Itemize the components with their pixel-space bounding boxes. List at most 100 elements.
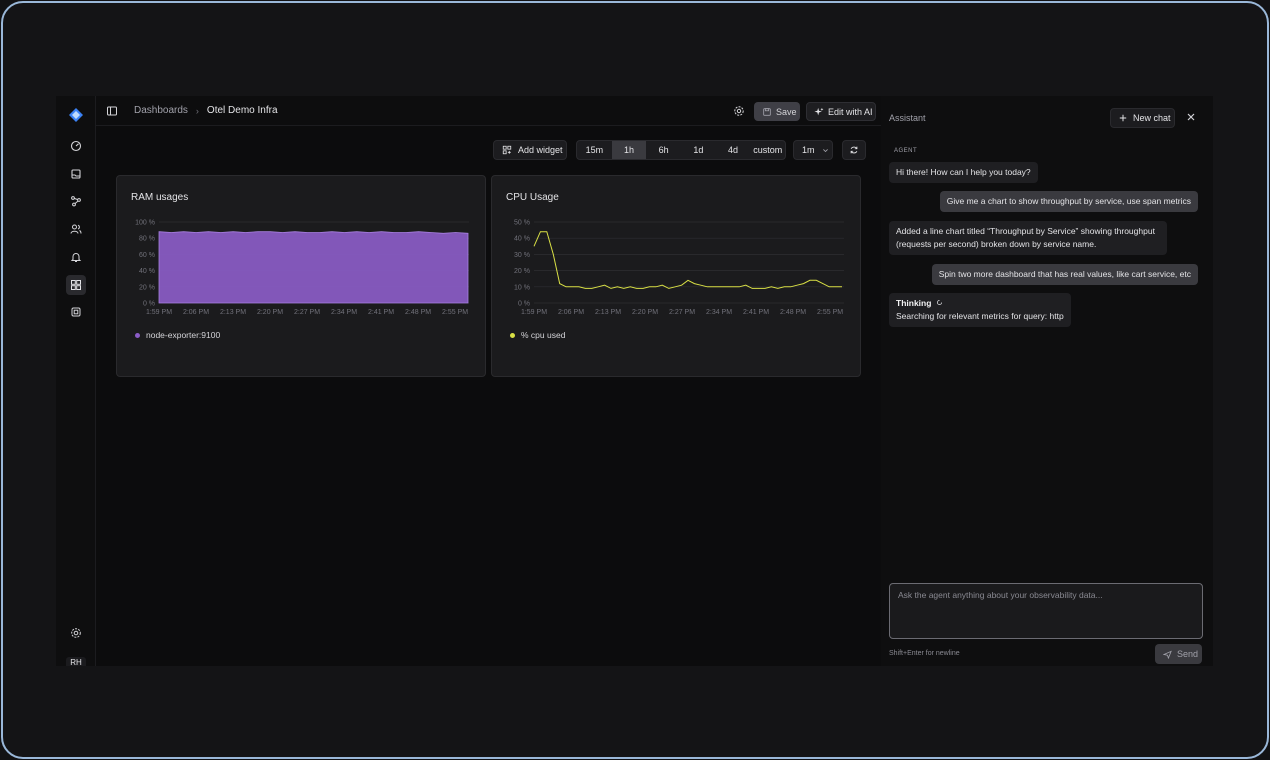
plus-icon [1119, 114, 1127, 122]
y-tick-label: 40 % [514, 236, 530, 243]
sidebar-toggle-icon[interactable] [106, 105, 118, 117]
chat-message-agent: Added a line chart titled “Throughput by… [889, 221, 1167, 255]
y-tick-label: 0 % [143, 301, 155, 308]
chat-input[interactable]: Ask the agent anything about your observ… [889, 583, 1203, 639]
interval-value: 1m [802, 145, 815, 155]
x-tick-label: 2:34 PM [706, 309, 732, 316]
y-tick-label: 100 % [135, 220, 155, 227]
time-range-selector: 15m 1h 6h 1d 4d custom [576, 140, 786, 160]
y-tick-label: 20 % [514, 268, 530, 275]
chart-legend: % cpu used [510, 330, 565, 340]
y-tick-label: 0 % [518, 301, 530, 308]
logo-icon[interactable] [66, 105, 86, 125]
y-tick-label: 30 % [514, 252, 530, 259]
integrations-icon[interactable] [66, 302, 86, 322]
top-bar: Dashboards › Otel Demo Infra Save Edit w… [96, 96, 881, 126]
x-tick-label: 2:27 PM [294, 309, 320, 316]
save-icon [763, 107, 771, 116]
assistant-panel: Assistant New chat AGENT Hi there! How c… [881, 96, 1213, 666]
new-chat-button[interactable]: New chat [1110, 108, 1175, 128]
chart-legend: node-exporter:9100 [135, 330, 220, 340]
folder-icon[interactable] [66, 164, 86, 184]
send-icon [1163, 650, 1172, 659]
edit-with-ai-button[interactable]: Edit with AI [806, 102, 876, 121]
cpu-usage-widget[interactable]: CPU Usage 0 % 10 % 20 % 30 % 40 % 50 % 1:59 PM… [491, 175, 861, 377]
x-tick-label: 2:34 PM [331, 309, 357, 316]
gauge-icon[interactable] [66, 136, 86, 156]
chat-message-user: Spin two more dashboard that has real va… [931, 264, 1198, 285]
y-tick-label: 80 % [139, 236, 155, 243]
save-label: Save [776, 106, 797, 117]
legend-label: node-exporter:9100 [146, 330, 221, 340]
settings-icon[interactable] [66, 623, 86, 643]
thinking-title: Thinking [896, 298, 932, 308]
x-tick-label: 1:59 PM [521, 309, 547, 316]
add-widget-label: Add widget [518, 145, 563, 155]
new-chat-label: New chat [1133, 113, 1171, 123]
legend-swatch [135, 332, 140, 338]
edit-with-ai-label: Edit with AI [828, 106, 873, 117]
chat-message-user: Give me a chart to show throughput by se… [939, 191, 1198, 212]
x-tick-label: 2:06 PM [183, 309, 209, 316]
save-button[interactable]: Save [754, 102, 800, 121]
sparkle-icon [814, 107, 824, 115]
page-title: Otel Demo Infra [206, 105, 278, 116]
x-tick-label: 1:59 PM [146, 309, 172, 316]
add-widget-icon [502, 145, 512, 155]
avatar[interactable]: RH [66, 657, 86, 666]
y-tick-label: 10 % [514, 284, 530, 291]
legend-swatch [510, 332, 515, 338]
x-tick-label: 2:41 PM [743, 309, 769, 316]
close-icon[interactable] [1186, 112, 1196, 122]
x-tick-label: 2:20 PM [257, 309, 283, 316]
x-tick-label: 2:13 PM [220, 309, 246, 316]
refresh-icon [850, 146, 858, 154]
cpu-usage-chart: 0 % 10 % 20 % 30 % 40 % 50 % 1:59 PM 2:06 PM 2:1… [514, 220, 844, 316]
x-tick-label: 2:55 PM [442, 309, 468, 316]
y-tick-label: 60 % [139, 252, 155, 259]
chat-message-agent: Hi there! How can I help you today? [889, 162, 1038, 183]
add-widget-button[interactable]: Add widget [493, 140, 567, 160]
app-window: RH Dashboards › Otel Demo Infra Save Edi… [56, 96, 1213, 666]
chevron-right-icon: › [195, 105, 199, 116]
series-area [158, 231, 469, 304]
refresh-button[interactable] [842, 140, 866, 160]
thinking-text: Searching for relevant metrics for query… [896, 311, 1064, 321]
traces-icon[interactable] [66, 191, 86, 211]
range-1h[interactable]: 1h [611, 141, 647, 159]
range-1d[interactable]: 1d [681, 141, 716, 159]
x-tick-label: 2:55 PM [817, 309, 843, 316]
range-4d[interactable]: 4d [716, 141, 751, 159]
spinner-icon [936, 299, 942, 306]
y-tick-label: 50 % [514, 220, 530, 227]
interval-select[interactable]: 1m [793, 140, 833, 160]
ram-usage-widget[interactable]: RAM usages 0 % 20 % 40 % 60 % 80 % 100 % 1:59 … [116, 175, 486, 377]
y-tick-label: 40 % [139, 268, 155, 275]
range-6h[interactable]: 6h [646, 141, 681, 159]
series-line [533, 231, 842, 289]
agent-tag: AGENT [894, 148, 918, 154]
x-tick-label: 2:20 PM [632, 309, 658, 316]
bell-icon[interactable] [66, 247, 86, 267]
x-tick-label: 2:48 PM [780, 309, 806, 316]
breadcrumb: Dashboards › Otel Demo Infra [134, 105, 278, 116]
ram-usage-chart: 0 % 20 % 40 % 60 % 80 % 100 % 1:59 PM 2:06 PM 2:… [135, 220, 469, 316]
x-tick-label: 2:48 PM [405, 309, 431, 316]
send-label: Send [1177, 649, 1199, 659]
breadcrumb-root[interactable]: Dashboards [134, 105, 188, 116]
assistant-header: Assistant [889, 113, 926, 123]
chevron-down-icon [822, 148, 828, 152]
x-tick-label: 2:41 PM [368, 309, 394, 316]
thinking-message: Thinking Searching for relevant metrics … [889, 293, 1071, 327]
dashboards-icon[interactable] [66, 275, 86, 295]
newline-hint: Shift+Enter for newline [889, 650, 960, 657]
y-tick-label: 20 % [139, 284, 155, 291]
range-custom[interactable]: custom [750, 141, 785, 159]
send-button[interactable]: Send [1155, 644, 1202, 664]
x-tick-label: 2:06 PM [558, 309, 584, 316]
dashboard-settings-icon[interactable] [733, 105, 745, 117]
users-icon[interactable] [66, 219, 86, 239]
x-tick-label: 2:27 PM [669, 309, 695, 316]
range-15m[interactable]: 15m [577, 141, 612, 159]
x-tick-label: 2:13 PM [595, 309, 621, 316]
